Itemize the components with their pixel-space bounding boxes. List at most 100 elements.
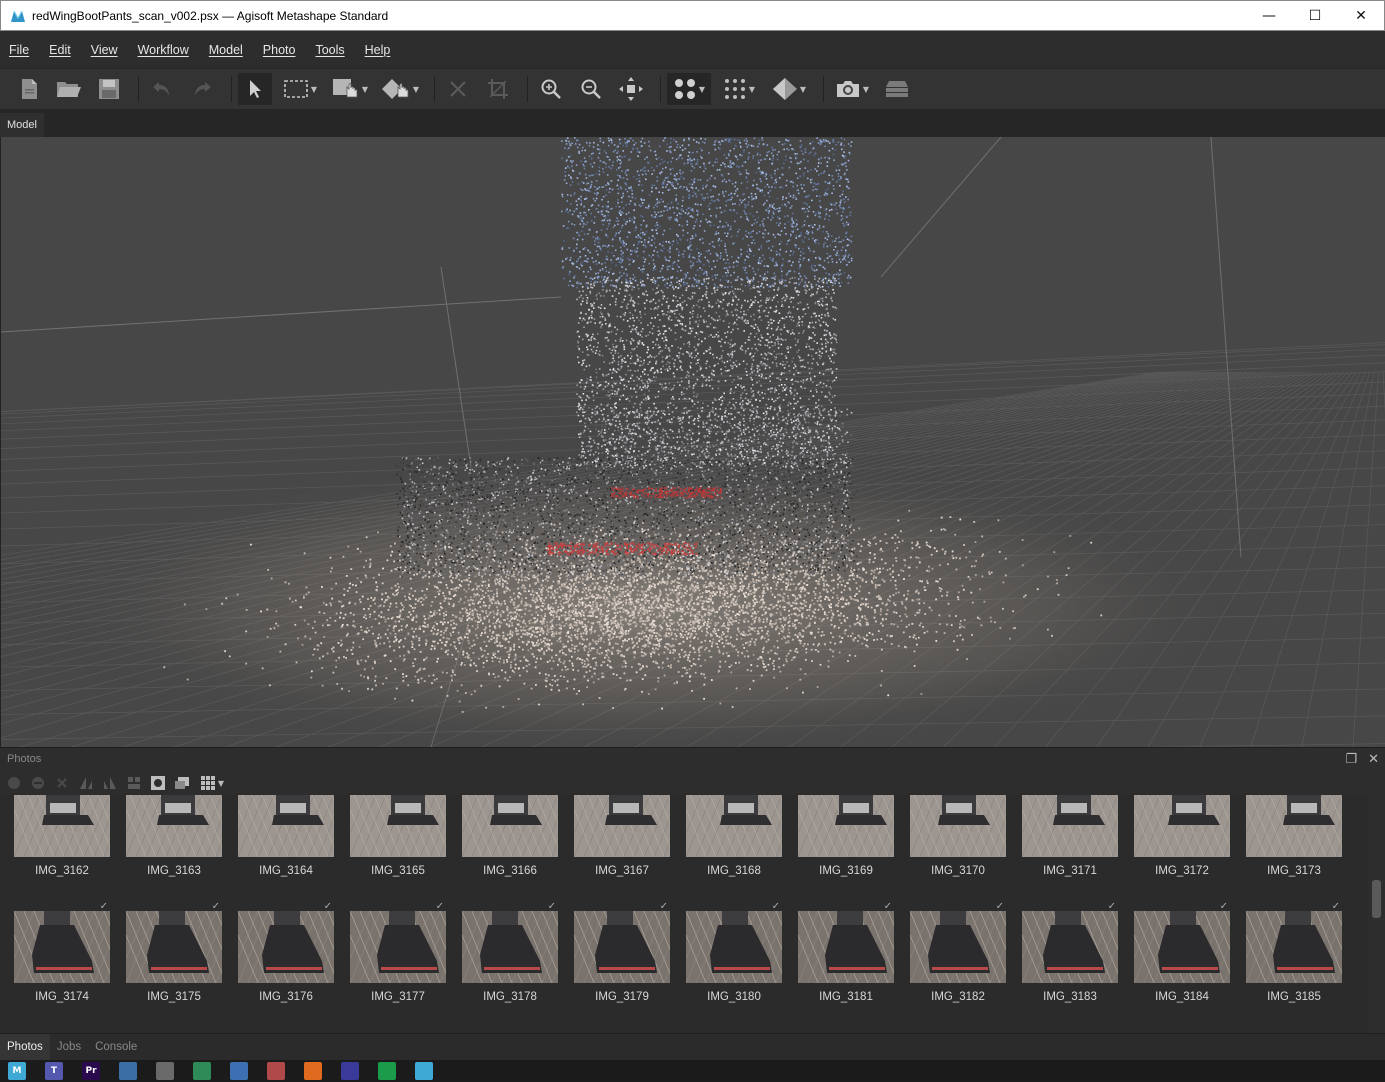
menu-view[interactable]: View <box>91 43 118 57</box>
menu-photo[interactable]: Photo <box>263 43 296 57</box>
menu-file[interactable]: File <box>9 43 29 57</box>
point-cloud-scene[interactable] <box>1 137 1385 747</box>
save-button[interactable] <box>92 73 126 105</box>
zoom-out-button[interactable] <box>574 73 608 105</box>
dropdown-arrow-icon[interactable]: ▼ <box>800 85 806 94</box>
photo-thumbnail[interactable]: IMG_3171 <box>1022 795 1118 877</box>
photo-thumbnail[interactable]: ✓ IMG_3176 <box>238 901 334 1003</box>
tiled-model-button[interactable] <box>880 73 914 105</box>
photo-thumbnail[interactable]: IMG_3163 <box>126 795 222 877</box>
dropdown-arrow-icon[interactable]: ▼ <box>749 85 755 94</box>
paint-icon[interactable] <box>267 1062 285 1080</box>
photos-scrollbar[interactable] <box>1368 795 1385 1033</box>
float-pane-icon[interactable]: ❐ <box>1345 752 1357 767</box>
photo-thumbnail[interactable]: ✓ IMG_3185 <box>1246 901 1342 1003</box>
premiere-icon[interactable]: Pr <box>82 1062 100 1080</box>
undo-button[interactable] <box>145 73 179 105</box>
photo-thumbnail[interactable]: IMG_3172 <box>1134 795 1230 877</box>
open-button[interactable] <box>52 73 86 105</box>
photo-thumbnail[interactable]: IMG_3167 <box>574 795 670 877</box>
reset-view-button[interactable] <box>614 73 648 105</box>
aligned-check-icon: ✓ <box>323 901 332 912</box>
photo-thumbnail[interactable]: ✓ IMG_3184 <box>1134 901 1230 1003</box>
metashape-icon[interactable]: M <box>8 1062 26 1080</box>
chat-icon[interactable] <box>378 1062 396 1080</box>
dropdown-arrow-icon[interactable]: ▼ <box>362 85 368 94</box>
dense-cloud-button[interactable]: ▼ <box>717 73 761 105</box>
photo-thumbnail[interactable]: IMG_3169 <box>798 795 894 877</box>
photo-thumbnail[interactable]: ✓ IMG_3178 <box>462 901 558 1003</box>
photo-image <box>574 911 670 983</box>
photo-image <box>462 911 558 983</box>
dropdown-arrow-icon[interactable]: ▼ <box>863 85 869 94</box>
menu-workflow[interactable]: Workflow <box>138 43 189 57</box>
monitor-icon[interactable] <box>193 1062 211 1080</box>
delete-selection-button[interactable] <box>441 73 475 105</box>
rotate-right-icon[interactable] <box>102 775 118 791</box>
photo-thumbnail[interactable]: ✓ IMG_3181 <box>798 901 894 1003</box>
teams-icon[interactable]: T <box>45 1062 63 1080</box>
dropdown-arrow-icon[interactable]: ▼ <box>311 85 317 94</box>
reset-mask-icon[interactable] <box>126 775 142 791</box>
menu-edit[interactable]: Edit <box>49 43 71 57</box>
photo-thumbnail[interactable]: ✓ IMG_3177 <box>350 901 446 1003</box>
tab-model[interactable]: Model <box>0 113 44 137</box>
minimize-button[interactable]: — <box>1246 1 1292 30</box>
new-button[interactable] <box>12 73 46 105</box>
thumbnail-view-icon[interactable]: ▼ <box>198 775 226 791</box>
redo-button[interactable] <box>185 73 219 105</box>
rotate-left-icon[interactable] <box>78 775 94 791</box>
intelligent-paint-button[interactable]: ▼ <box>328 73 372 105</box>
photo-thumbnail[interactable]: IMG_3168 <box>686 795 782 877</box>
zoom-in-button[interactable] <box>534 73 568 105</box>
dropdown-arrow-icon[interactable]: ▼ <box>699 85 705 94</box>
model-shaded-button[interactable]: ▼ <box>767 73 811 105</box>
close-pane-icon[interactable]: ✕ <box>1368 752 1379 767</box>
maximize-button[interactable]: ☐ <box>1292 1 1338 30</box>
photo-label: IMG_3167 <box>595 865 649 877</box>
disable-camera-icon[interactable] <box>30 775 46 791</box>
intelligent-scissors-button[interactable]: ▼ <box>378 73 422 105</box>
photo-thumbnail[interactable]: ✓ IMG_3179 <box>574 901 670 1003</box>
tab-photos[interactable]: Photos <box>0 1033 50 1061</box>
browser-icon[interactable] <box>119 1062 137 1080</box>
image-viewer-icon[interactable] <box>156 1062 174 1080</box>
model-shaded-icon <box>772 78 797 100</box>
photo-thumbnail[interactable]: ✓ IMG_3182 <box>910 901 1006 1003</box>
houdini-icon[interactable] <box>304 1062 322 1080</box>
close-button[interactable]: ✕ <box>1338 1 1384 30</box>
photo-thumbnail[interactable]: IMG_3165 <box>350 795 446 877</box>
camera-icon <box>836 81 859 97</box>
mask-icon[interactable] <box>150 775 166 791</box>
editor-icon[interactable] <box>341 1062 359 1080</box>
tab-jobs[interactable]: Jobs <box>50 1034 88 1061</box>
navigation-tool-button[interactable] <box>238 73 272 105</box>
model-viewport[interactable] <box>0 137 1385 747</box>
photo-thumbnail[interactable]: ✓ IMG_3183 <box>1022 901 1118 1003</box>
menu-help[interactable]: Help <box>365 43 391 57</box>
photo-thumbnail[interactable]: IMG_3164 <box>238 795 334 877</box>
photo-thumbnail[interactable]: ✓ IMG_3175 <box>126 901 222 1003</box>
remove-camera-icon[interactable] <box>54 775 70 791</box>
photo-thumbnail[interactable]: IMG_3162 <box>14 795 110 877</box>
scrollbar-thumb[interactable] <box>1372 880 1381 918</box>
metashape-window-icon[interactable] <box>415 1062 433 1080</box>
photo-thumbnail[interactable]: IMG_3166 <box>462 795 558 877</box>
tool-icon[interactable] <box>230 1062 248 1080</box>
rectangle-selection-button[interactable]: ▼ <box>278 73 322 105</box>
image-view-icon[interactable] <box>174 775 190 791</box>
crop-selection-button[interactable] <box>481 73 515 105</box>
dropdown-arrow-icon[interactable]: ▼ <box>413 85 419 94</box>
photo-image <box>238 911 334 983</box>
tab-console[interactable]: Console <box>88 1034 144 1061</box>
photo-thumbnail[interactable]: ✓ IMG_3180 <box>686 901 782 1003</box>
photo-image <box>798 911 894 983</box>
enable-camera-icon[interactable] <box>6 775 22 791</box>
photo-thumbnail[interactable]: IMG_3173 <box>1246 795 1342 877</box>
photo-thumbnail[interactable]: ✓ IMG_3174 <box>14 901 110 1003</box>
menu-model[interactable]: Model <box>209 43 243 57</box>
point-cloud-button[interactable]: ▼ <box>667 73 711 105</box>
show-cameras-button[interactable]: ▼ <box>830 73 874 105</box>
photo-thumbnail[interactable]: IMG_3170 <box>910 795 1006 877</box>
menu-tools[interactable]: Tools <box>315 43 344 57</box>
